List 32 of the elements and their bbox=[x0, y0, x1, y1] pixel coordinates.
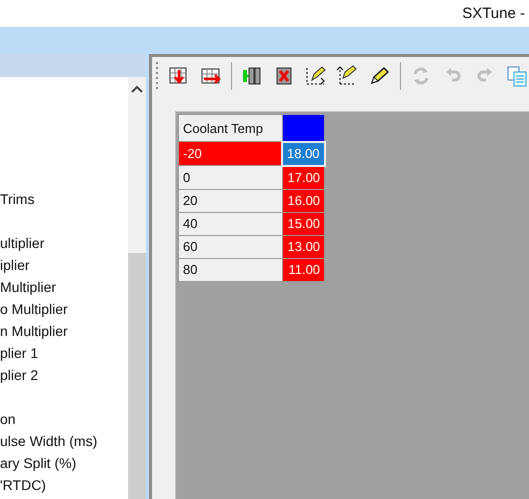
copy-icon bbox=[505, 64, 529, 88]
tree-item[interactable]: Multiplier bbox=[0, 276, 128, 298]
header-cell bbox=[282, 114, 325, 142]
scroll-thumb[interactable] bbox=[128, 253, 146, 499]
table-cell[interactable]: 80 bbox=[178, 258, 282, 281]
grip-icon[interactable] bbox=[156, 62, 159, 90]
tree-item[interactable]: iplier bbox=[0, 254, 128, 276]
tree-item[interactable]: ulse Width (ms) bbox=[0, 430, 128, 452]
window-title: SXTune - bbox=[462, 5, 526, 22]
tree-item[interactable]: 'RTDC) bbox=[0, 474, 128, 496]
tree-item[interactable]: o Multiplier bbox=[0, 298, 128, 320]
tree-item[interactable]: ultiplier bbox=[0, 232, 128, 254]
tree-item[interactable]: on bbox=[0, 408, 128, 430]
table-cell[interactable]: 11.00 bbox=[282, 258, 325, 281]
table-cell[interactable]: 60 bbox=[178, 235, 282, 258]
table-cell[interactable]: 16.00 bbox=[282, 189, 325, 212]
scrollbar[interactable] bbox=[128, 77, 146, 499]
tree-item[interactable]: Trims bbox=[0, 188, 128, 210]
table-cell[interactable]: 0 bbox=[178, 166, 282, 189]
table-cell[interactable]: 13.00 bbox=[282, 235, 325, 258]
table-cell[interactable]: 18.00 bbox=[282, 142, 325, 166]
table-header: Coolant Temp bbox=[178, 114, 282, 142]
tree-item[interactable]: plier 2 bbox=[0, 364, 128, 386]
table-cell[interactable]: 15.00 bbox=[282, 212, 325, 235]
table-cell[interactable]: 40 bbox=[178, 212, 282, 235]
scroll-up-icon[interactable] bbox=[131, 85, 143, 93]
table-cell[interactable]: -20 bbox=[178, 142, 282, 166]
copy-button[interactable] bbox=[505, 64, 529, 88]
tree-item[interactable]: plier 1 bbox=[0, 342, 128, 364]
tree-item[interactable]: ary Split (%) bbox=[0, 452, 128, 474]
table-cell[interactable]: 20 bbox=[178, 189, 282, 212]
tree-item[interactable]: n Multiplier bbox=[0, 320, 128, 342]
